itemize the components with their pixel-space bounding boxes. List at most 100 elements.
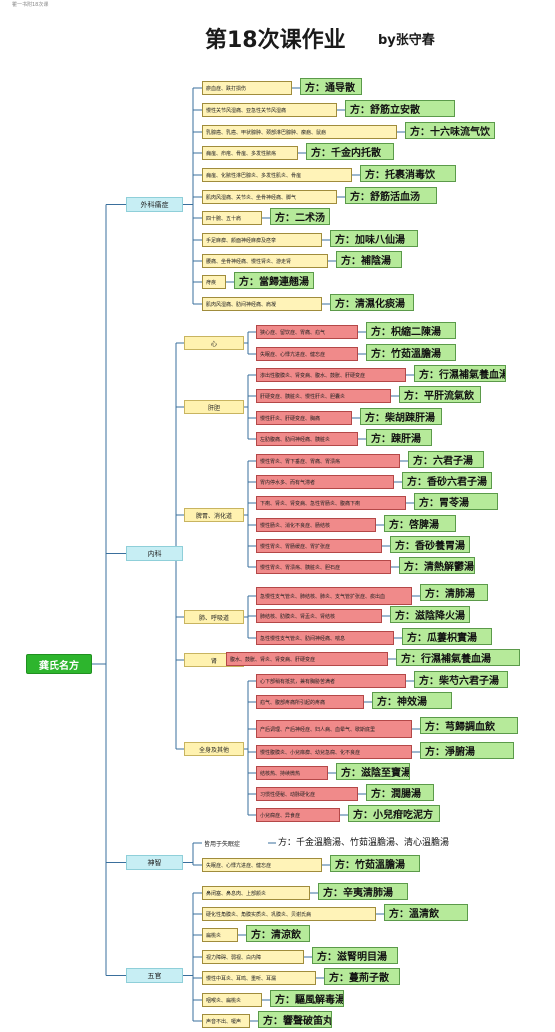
category-node[interactable]: 五官 <box>126 968 183 983</box>
symptom-node[interactable]: 下痢、肾炎、肾变病、急性胃肠炎、腹痛下痢 <box>256 496 406 510</box>
prescription-node[interactable]: 方：香砂六君子湯 <box>402 472 492 489</box>
symptom-node[interactable]: 渗出性腹膜炎、肾变病、腹水、鼓胀、肝硬变症 <box>256 368 406 382</box>
prescription-node[interactable]: 方：托裹消毒饮 <box>360 165 456 182</box>
prescription-node[interactable]: 方：十六味流气饮 <box>405 122 495 139</box>
prescription-node[interactable]: 方：香砂養胃湯 <box>390 536 470 553</box>
symptom-node[interactable]: 腰痛、坐骨神经痛、慢性肾炎、游走肾 <box>202 254 328 268</box>
symptom-node[interactable]: 慢性肝炎、肝硬变症、胸痛 <box>256 411 352 425</box>
category-node[interactable]: 外科痛症 <box>126 197 183 212</box>
symptom-node[interactable]: 硬化性角膜炎、角膜实质炎、巩膜炎、贝谢氏病 <box>202 907 376 921</box>
prescription-node[interactable]: 方：柴芍六君子湯 <box>414 671 508 688</box>
root-node[interactable]: 龚氏名方 <box>26 654 92 674</box>
prescription-node[interactable]: 方：六君子湯 <box>408 451 484 468</box>
category-node[interactable]: 神智 <box>126 855 183 870</box>
prescription-node[interactable]: 方：神效湯 <box>372 692 452 709</box>
subcategory-node[interactable]: 肝胆 <box>184 400 244 414</box>
prescription-node[interactable]: 方：啓脾湯 <box>384 515 456 532</box>
prescription-node[interactable]: 方：千金内托散 <box>306 143 394 160</box>
symptom-node[interactable]: 皆用于失眠症 <box>202 836 268 850</box>
prescription-node[interactable]: 方：響聲破笛丸 <box>258 1011 332 1028</box>
symptom-node[interactable]: 急性慢性支气管炎、肋间神经痛、喘息 <box>256 631 394 645</box>
symptom-node[interactable]: 痈疽、疖疮、骨疽、多发性脓疡 <box>202 146 298 160</box>
subcategory-node[interactable]: 全身及其他 <box>184 742 244 756</box>
prescription-node[interactable]: 方：辛夷清肺湯 <box>318 883 408 900</box>
symptom-node[interactable]: 慢性关节风湿痛、亚急性关节风湿痛 <box>202 103 337 117</box>
symptom-node[interactable]: 肺结核、肋膜炎、肾盂炎、肾结核 <box>256 609 382 623</box>
symptom-node[interactable]: 习惯性便秘、动脉硬化症 <box>256 787 358 801</box>
symptom-node[interactable]: 慢性肠炎、消化不良症、肠结核 <box>256 518 376 532</box>
symptom-node[interactable]: 慢性腹膜炎、小兒痲痹、幼兒急痫、化不良症 <box>256 745 412 759</box>
prescription-node[interactable]: 方：通导散 <box>300 78 362 95</box>
prescription-node[interactable]: 方：踈肝湯 <box>366 429 432 446</box>
prescription-node[interactable]: 方：清濕化痰湯 <box>330 294 414 311</box>
symptom-node[interactable]: 咽喉炎、扁桃炎 <box>202 993 262 1007</box>
symptom-node[interactable]: 肝硬变症、胰脏炎、慢性肝炎、胆囊炎 <box>256 389 391 403</box>
top-note: 瞿一书附18次课 <box>12 2 49 8</box>
symptom-node[interactable]: 慢性中耳炎、耳鸣、重听、耳漏 <box>202 971 316 985</box>
symptom-node[interactable]: 肌肉风湿痛、关节炎、坐骨神经痛、脚气 <box>202 190 337 204</box>
prescription-node[interactable]: 方：淨腑湯 <box>420 742 514 759</box>
symptom-node[interactable]: 腹水、鼓胀、肾炎、肾变病、肝硬变症 <box>226 652 388 666</box>
prescription-node[interactable]: 方：柴胡踈肝湯 <box>360 408 442 425</box>
prescription-node[interactable]: 方：瓜蔞枳實湯 <box>402 628 492 645</box>
symptom-node[interactable]: 四十腕、五十肩 <box>202 211 262 225</box>
author-label: by张守春 <box>378 33 435 48</box>
symptom-node[interactable]: 肌肉风湿痛、肋间神经痛、肩凝 <box>202 297 322 311</box>
category-node[interactable]: 内科 <box>126 546 183 561</box>
symptom-node[interactable]: 胃内停水多、而有气滞者 <box>256 475 394 489</box>
prescription-node[interactable]: 方：行濕補氣養血湯 <box>396 649 520 666</box>
prescription-node[interactable]: 方：當歸連翹湯 <box>234 272 314 289</box>
symptom-node[interactable]: 产后调理、产后神经症、妇人病、血晕气、歇斯底里 <box>256 720 412 738</box>
mind-map: 瞿一书附18次课 第18次课作业 by张守春 龚氏名方 外科痛症 瘀血症、跌打损伤… <box>0 0 555 1032</box>
prescription-node[interactable]: 方：舒筋活血汤 <box>345 187 437 204</box>
prescription-node[interactable]: 方：清肺湯 <box>420 584 488 601</box>
prescription-node[interactable]: 方：行濕補氣養血湯 <box>414 365 506 382</box>
prescription-node[interactable]: 方：舒筋立安散 <box>345 100 455 117</box>
symptom-node[interactable]: 鼻闭塞、鼻息肉、上部颜炎 <box>202 886 310 900</box>
prescription-node[interactable]: 方：滋腎明目湯 <box>312 947 398 964</box>
prescription-node[interactable]: 方：清涼飲 <box>246 925 310 942</box>
symptom-node[interactable]: 慢性胃炎、胃溃疡、胰脏炎、胆石症 <box>256 560 391 574</box>
prescription-node[interactable]: 方：加味八仙湯 <box>330 230 418 247</box>
page-title: 第18次课作业 <box>205 28 346 53</box>
symptom-node[interactable]: 瘀血症、跌打损伤 <box>202 81 292 95</box>
prescription-node[interactable]: 方：千金溫膽湯、竹茹溫膽湯、清心溫膽湯 <box>276 833 486 850</box>
prescription-node[interactable]: 方：枳縮二陳湯 <box>366 322 456 339</box>
prescription-node[interactable]: 方：滋陰降火湯 <box>390 606 470 623</box>
symptom-node[interactable]: 扁桃炎 <box>202 928 238 942</box>
prescription-node[interactable]: 方：小兒疳吃泥方 <box>348 805 440 822</box>
subcategory-node[interactable]: 脾胃、消化道 <box>184 508 244 522</box>
prescription-node[interactable]: 方：芎歸調血飲 <box>420 717 518 734</box>
symptom-node[interactable]: 痔疾 <box>202 275 226 289</box>
symptom-node[interactable]: 结核热、持续微热 <box>256 766 328 780</box>
prescription-node[interactable]: 方：二术汤 <box>270 208 330 225</box>
symptom-node[interactable]: 慢性胃炎、胃下垂症、胃痛、胃溃疡 <box>256 454 400 468</box>
prescription-node[interactable]: 方：竹茹溫膽湯 <box>366 344 456 361</box>
symptom-node[interactable]: 手足麻痹、颜面神经麻痹及痉挛 <box>202 233 322 247</box>
prescription-node[interactable]: 方：竹茹溫膽湯 <box>330 855 420 872</box>
symptom-node[interactable]: 疝气、腹部疼痛所引起的疼痛 <box>256 695 364 709</box>
prescription-node[interactable]: 方：補陰湯 <box>336 251 402 268</box>
prescription-node[interactable]: 方：胃苓湯 <box>414 493 498 510</box>
prescription-node[interactable]: 方：滋陰至寶湯 <box>336 763 410 780</box>
subcategory-node[interactable]: 肺、呼吸道 <box>184 610 244 624</box>
prescription-node[interactable]: 方：溫清飲 <box>384 904 468 921</box>
symptom-node[interactable]: 左肋腹痛、肋间神经痛、胰脏炎 <box>256 432 358 446</box>
prescription-node[interactable]: 方：清熱解鬱湯 <box>399 557 475 574</box>
symptom-node[interactable]: 急慢性支气管炎、肺结核、肺炎、支气管扩张症、痰出血 <box>256 587 412 605</box>
symptom-node[interactable]: 视力障碍、弱视、白内障 <box>202 950 304 964</box>
symptom-node[interactable]: 失眠症、心悸亢进症、健忘症 <box>202 858 322 872</box>
symptom-node[interactable]: 小兒痫症、异食症 <box>256 808 340 822</box>
symptom-node[interactable]: 声音不出、嗄声 <box>202 1014 250 1028</box>
symptom-node[interactable]: 乳腺癌、乳癌、甲状腺肿、颈部淋巴腺肿、瘰疬、鼠疬 <box>202 125 397 139</box>
symptom-node[interactable]: 心下部稍有抵抗，兼有胸胁苦满者 <box>256 674 406 688</box>
symptom-node[interactable]: 慢性胃炎、胃肠缓症、胃扩张症 <box>256 539 382 553</box>
prescription-node[interactable]: 方：平肝流氣飲 <box>399 386 481 403</box>
symptom-node[interactable]: 狭心症、留饮症、胃痛、疝气 <box>256 325 358 339</box>
subcategory-node[interactable]: 心 <box>184 336 244 350</box>
prescription-node[interactable]: 方：蔓荊子散 <box>324 968 400 985</box>
prescription-node[interactable]: 方：驅風解毒湯 <box>270 990 344 1007</box>
prescription-node[interactable]: 方：潤腸湯 <box>366 784 434 801</box>
symptom-node[interactable]: 失眠症、心悸亢进症、健忘症 <box>256 347 358 361</box>
symptom-node[interactable]: 痈疽、化脓性淋巴腺炎、多发性肌炎、骨疽 <box>202 168 352 182</box>
